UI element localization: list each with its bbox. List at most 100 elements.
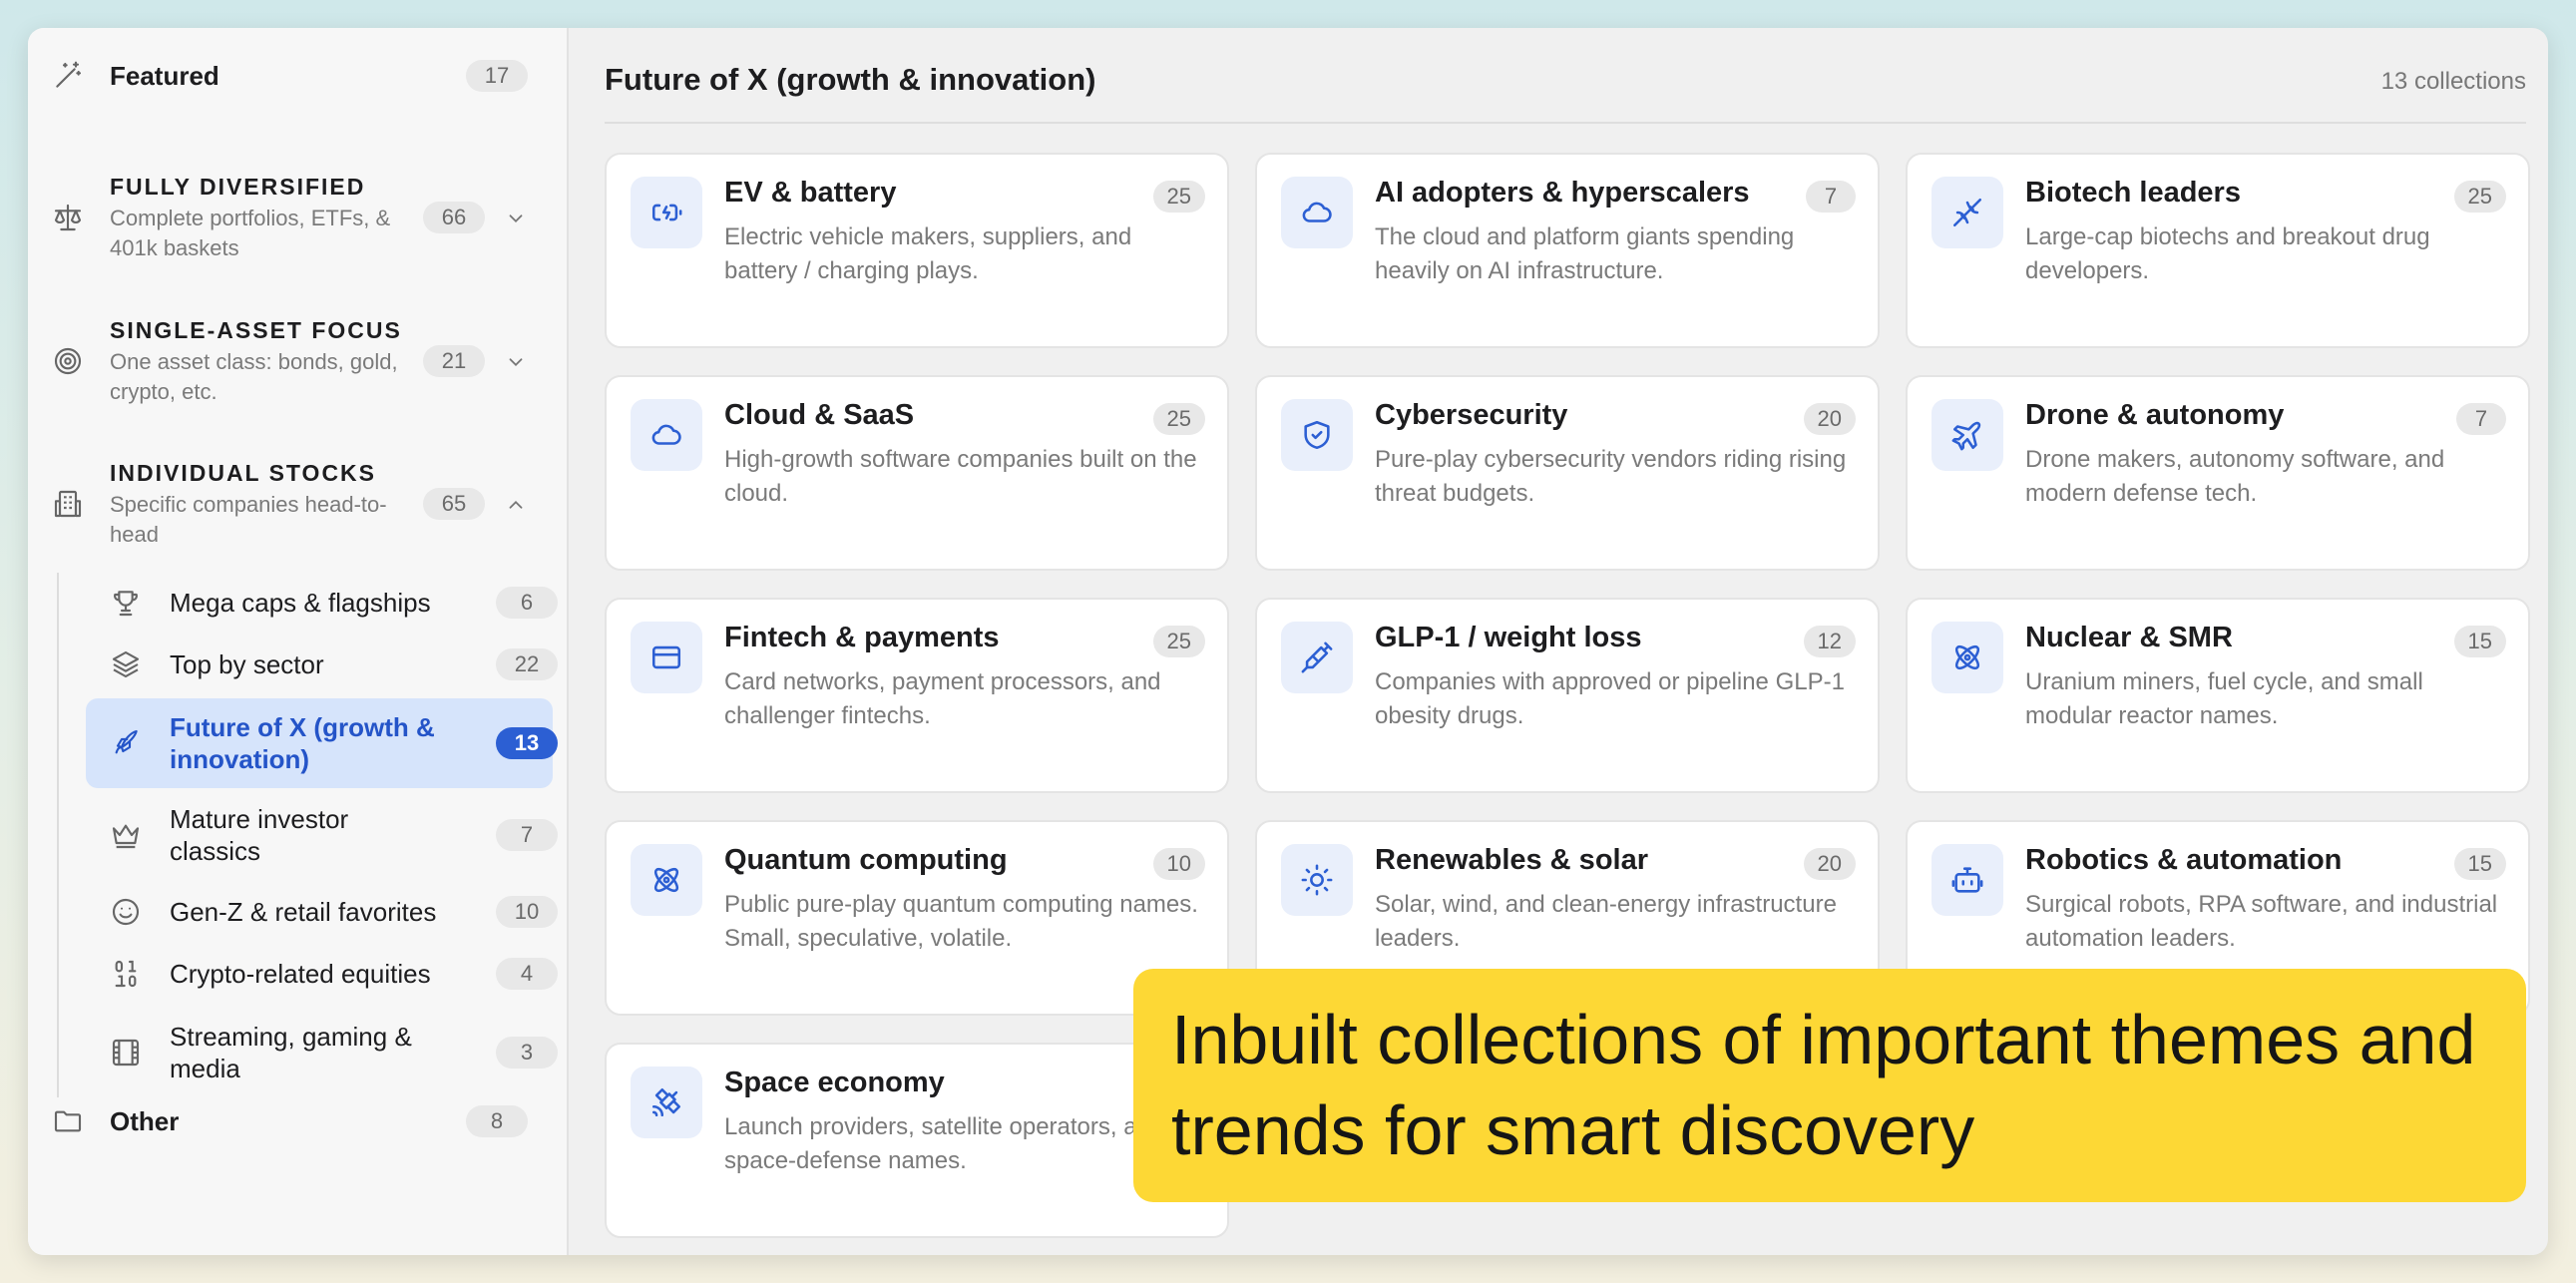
scale-icon [52, 202, 84, 233]
collection-card-nuclear[interactable]: Nuclear & SMR Uranium miners, fuel cycle… [1906, 598, 2530, 793]
plane-icon [1932, 399, 2003, 471]
group-single-asset[interactable]: SINGLE-ASSET FOCUS One asset class: bond… [28, 283, 567, 404]
card-count: 12 [1803, 626, 1856, 657]
card-count: 10 [1152, 848, 1205, 880]
group-fully-diversified[interactable]: FULLY DIVERSIFIED Complete portfolios, E… [28, 140, 567, 260]
page-title: Future of X (growth & innovation) [605, 62, 1096, 97]
chevron-down-icon[interactable] [505, 351, 527, 373]
card-desc: Card networks, payment processors, and c… [724, 668, 1161, 729]
collections-count: 13 collections [2380, 68, 2526, 95]
sidebar-featured[interactable]: Featured 17 [28, 46, 567, 106]
satellite-icon [631, 1067, 702, 1138]
card-title: AI adopters & hyperscalers [1375, 177, 1750, 209]
other-label: Other [110, 1105, 180, 1136]
featured-count: 17 [466, 60, 528, 92]
card-title: Renewables & solar [1375, 844, 1648, 876]
crown-icon [110, 819, 142, 851]
collection-card-cybersecurity[interactable]: Cybersecurity Pure-play cybersecurity ve… [1255, 375, 1880, 571]
item-count: 10 [496, 896, 558, 928]
binary-icon [110, 958, 142, 990]
card-desc: Surgical robots, RPA software, and indus… [2025, 891, 2498, 952]
featured-label: Featured [110, 60, 219, 91]
target-icon [52, 345, 84, 377]
card-count: 25 [2453, 181, 2506, 213]
group-count: 65 [423, 488, 485, 520]
subnav-line [57, 573, 59, 1097]
card-title: Biotech leaders [2025, 177, 2241, 209]
item-count: 4 [496, 958, 558, 990]
card-title: GLP-1 / weight loss [1375, 622, 1642, 653]
sidebar-item-label: Streaming, gaming & media [170, 1022, 412, 1083]
sidebar-item-gen-z[interactable]: Gen-Z & retail favorites 10 [86, 882, 558, 942]
sidebar-item-mega-caps[interactable]: Mega caps & flagships 6 [86, 573, 558, 633]
sidebar: Featured 17 FULLY DIVERSIFIED Complete p… [28, 28, 569, 1255]
sidebar-other[interactable]: Other 8 [28, 1091, 567, 1151]
card-desc: The cloud and platform giants spending h… [1375, 223, 1795, 284]
card-desc: Uranium miners, fuel cycle, and small mo… [2025, 668, 2423, 729]
group-count: 21 [423, 345, 485, 377]
atom-icon [1932, 622, 2003, 693]
folder-icon [52, 1105, 84, 1137]
card-title: Cybersecurity [1375, 399, 1568, 431]
cloud-icon [631, 399, 702, 471]
collection-card-biotech[interactable]: Biotech leaders Large-cap biotechs and b… [1906, 153, 2530, 348]
card-desc: Public pure-play quantum computing names… [724, 891, 1198, 952]
collection-card-ai-adopters[interactable]: AI adopters & hyperscalers The cloud and… [1255, 153, 1880, 348]
card-count: 15 [2453, 626, 2506, 657]
group-desc: Specific companies head-to-head [110, 492, 387, 547]
sidebar-item-top-by-sector[interactable]: Top by sector 22 [86, 635, 558, 694]
trophy-icon [110, 587, 142, 619]
sidebar-item-future-of-x[interactable]: Future of X (growth & innovation) 13 [86, 698, 558, 788]
card-title: Robotics & automation [2025, 844, 2343, 876]
syringe-icon [1281, 622, 1353, 693]
sidebar-item-mature-classics[interactable]: Mature investor classics 7 [86, 790, 558, 880]
sidebar-item-label: Top by sector [170, 649, 324, 679]
smile-icon [110, 896, 142, 928]
credit-card-icon [631, 622, 702, 693]
group-title: FULLY DIVERSIFIED [110, 174, 366, 200]
item-count: 22 [496, 648, 558, 680]
card-count: 25 [1152, 181, 1205, 213]
collection-card-fintech[interactable]: Fintech & payments Card networks, paymen… [605, 598, 1229, 793]
group-individual-stocks[interactable]: INDIVIDUAL STOCKS Specific companies hea… [28, 426, 567, 547]
chevron-up-icon[interactable] [505, 494, 527, 516]
card-desc: Solar, wind, and clean-energy infrastruc… [1375, 891, 1837, 952]
card-desc: Large-cap biotechs and breakout drug dev… [2025, 223, 2430, 284]
shield-check-icon [1281, 399, 1353, 471]
item-count: 13 [496, 727, 558, 759]
card-title: Quantum computing [724, 844, 1008, 876]
card-title: Cloud & SaaS [724, 399, 915, 431]
cloud-icon [1281, 177, 1353, 248]
chevron-down-icon[interactable] [505, 208, 527, 229]
battery-icon [631, 177, 702, 248]
building-icon [52, 488, 84, 520]
layers-icon [110, 648, 142, 680]
card-desc: Pure-play cybersecurity vendors riding r… [1375, 446, 1847, 507]
collection-card-drone[interactable]: Drone & autonomy Drone makers, autonomy … [1906, 375, 2530, 571]
card-desc: High-growth software companies built on … [724, 446, 1197, 507]
group-desc: Complete portfolios, ETFs, & 401k basket… [110, 206, 391, 260]
promo-banner: Inbuilt collections of important themes … [1133, 969, 2526, 1202]
card-count: 25 [1152, 403, 1205, 435]
group-count: 66 [423, 202, 485, 233]
sun-icon [1281, 844, 1353, 916]
card-desc: Companies with approved or pipeline GLP-… [1375, 668, 1845, 729]
sidebar-item-label: Crypto-related equities [170, 959, 431, 989]
film-icon [110, 1037, 142, 1069]
item-count: 6 [496, 587, 558, 619]
collection-card-glp1[interactable]: GLP-1 / weight loss Companies with appro… [1255, 598, 1880, 793]
collection-card-cloud-saas[interactable]: Cloud & SaaS High-growth software compan… [605, 375, 1229, 571]
card-desc: Electric vehicle makers, suppliers, and … [724, 223, 1132, 284]
card-desc: Drone makers, autonomy software, and mod… [2025, 446, 2445, 507]
sidebar-item-streaming[interactable]: Streaming, gaming & media 3 [86, 1008, 558, 1097]
group-title: SINGLE-ASSET FOCUS [110, 317, 402, 343]
card-title: Space economy [724, 1067, 945, 1098]
collection-card-ev-battery[interactable]: EV & battery Electric vehicle makers, su… [605, 153, 1229, 348]
rocket-icon [110, 727, 142, 759]
card-desc: Launch providers, satellite operators, a… [724, 1113, 1164, 1174]
card-title: Drone & autonomy [2025, 399, 2285, 431]
header-divider [605, 122, 2526, 124]
sidebar-item-label: Mega caps & flagships [170, 588, 431, 618]
sidebar-item-crypto[interactable]: Crypto-related equities 4 [86, 944, 558, 1004]
card-title: EV & battery [724, 177, 897, 209]
